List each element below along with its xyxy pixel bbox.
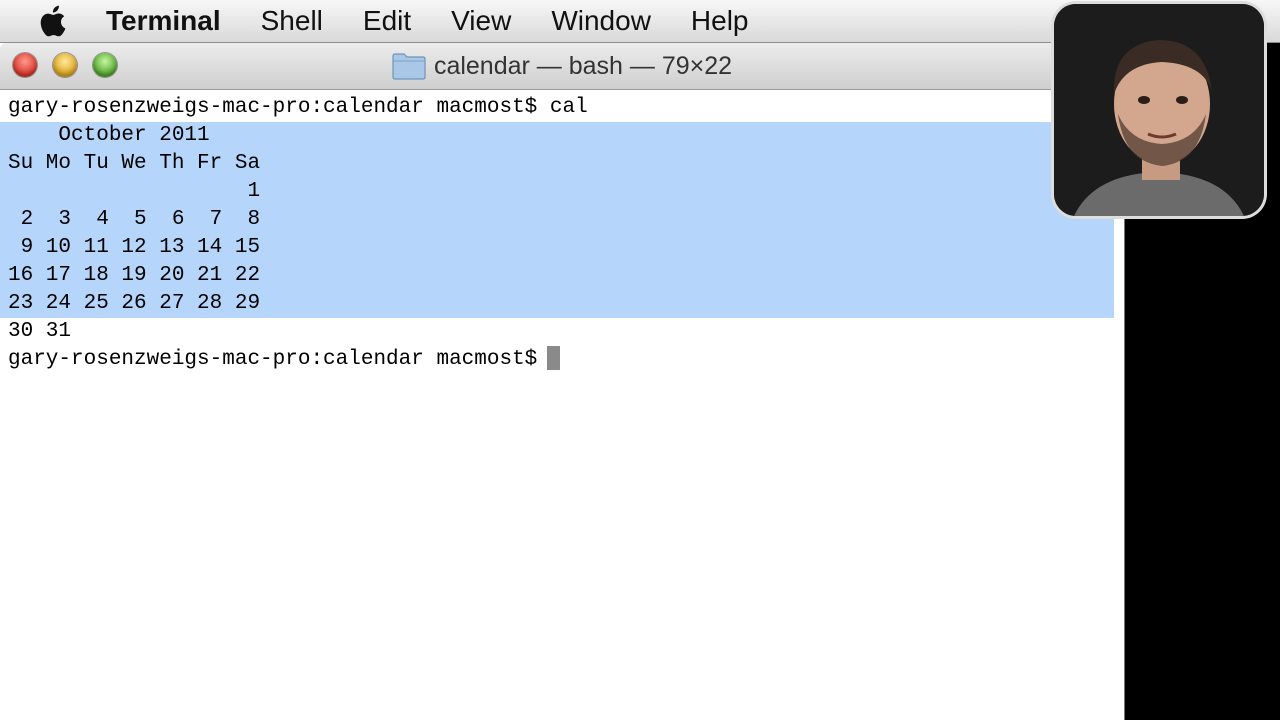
calendar-week-row: 9 10 11 12 13 14 15 (8, 236, 261, 259)
calendar-week-row: 1 (8, 180, 261, 203)
calendar-week-row: 16 17 18 19 20 21 22 (8, 264, 261, 287)
menu-help[interactable]: Help (691, 0, 749, 42)
terminal-content[interactable]: gary-rosenzweigs-mac-pro:calendar macmos… (0, 94, 1118, 374)
prompt-text: gary-rosenzweigs-mac-pro:calendar macmos… (8, 96, 538, 119)
menu-view[interactable]: View (451, 0, 511, 42)
window-title-text: calendar — bash — 79×22 (433, 51, 733, 80)
text-cursor (547, 346, 561, 371)
command-line: gary-rosenzweigs-mac-pro:calendar macmos… (8, 94, 1118, 122)
calendar-week-row: 2 3 4 5 6 7 8 (8, 208, 261, 231)
window-title: calendar — bash — 79×22 (0, 43, 1124, 89)
calendar-month-title: October 2011 (8, 124, 210, 147)
presenter-video-overlay (1054, 4, 1264, 216)
calendar-week-row: 30 31 (8, 320, 72, 343)
calendar-week-row: 23 24 25 26 27 28 29 (8, 292, 261, 315)
presenter-image (1054, 4, 1264, 216)
menu-window[interactable]: Window (551, 0, 651, 42)
prompt-line: gary-rosenzweigs-mac-pro:calendar macmos… (8, 346, 1118, 374)
prompt-text: gary-rosenzweigs-mac-pro:calendar macmos… (8, 348, 538, 371)
menu-shell[interactable]: Shell (261, 0, 323, 42)
command-text: cal (537, 96, 588, 119)
calendar-weekday-header: Su Mo Tu We Th Fr Sa (8, 152, 261, 175)
folder-icon (392, 53, 426, 80)
menu-edit[interactable]: Edit (363, 0, 411, 42)
window-titlebar[interactable]: calendar — bash — 79×22 (0, 43, 1124, 90)
terminal-window: calendar — bash — 79×22 gary-rosenzweigs… (0, 43, 1125, 720)
menu-app-terminal[interactable]: Terminal (106, 0, 221, 42)
apple-logo-icon[interactable] (34, 1, 74, 41)
